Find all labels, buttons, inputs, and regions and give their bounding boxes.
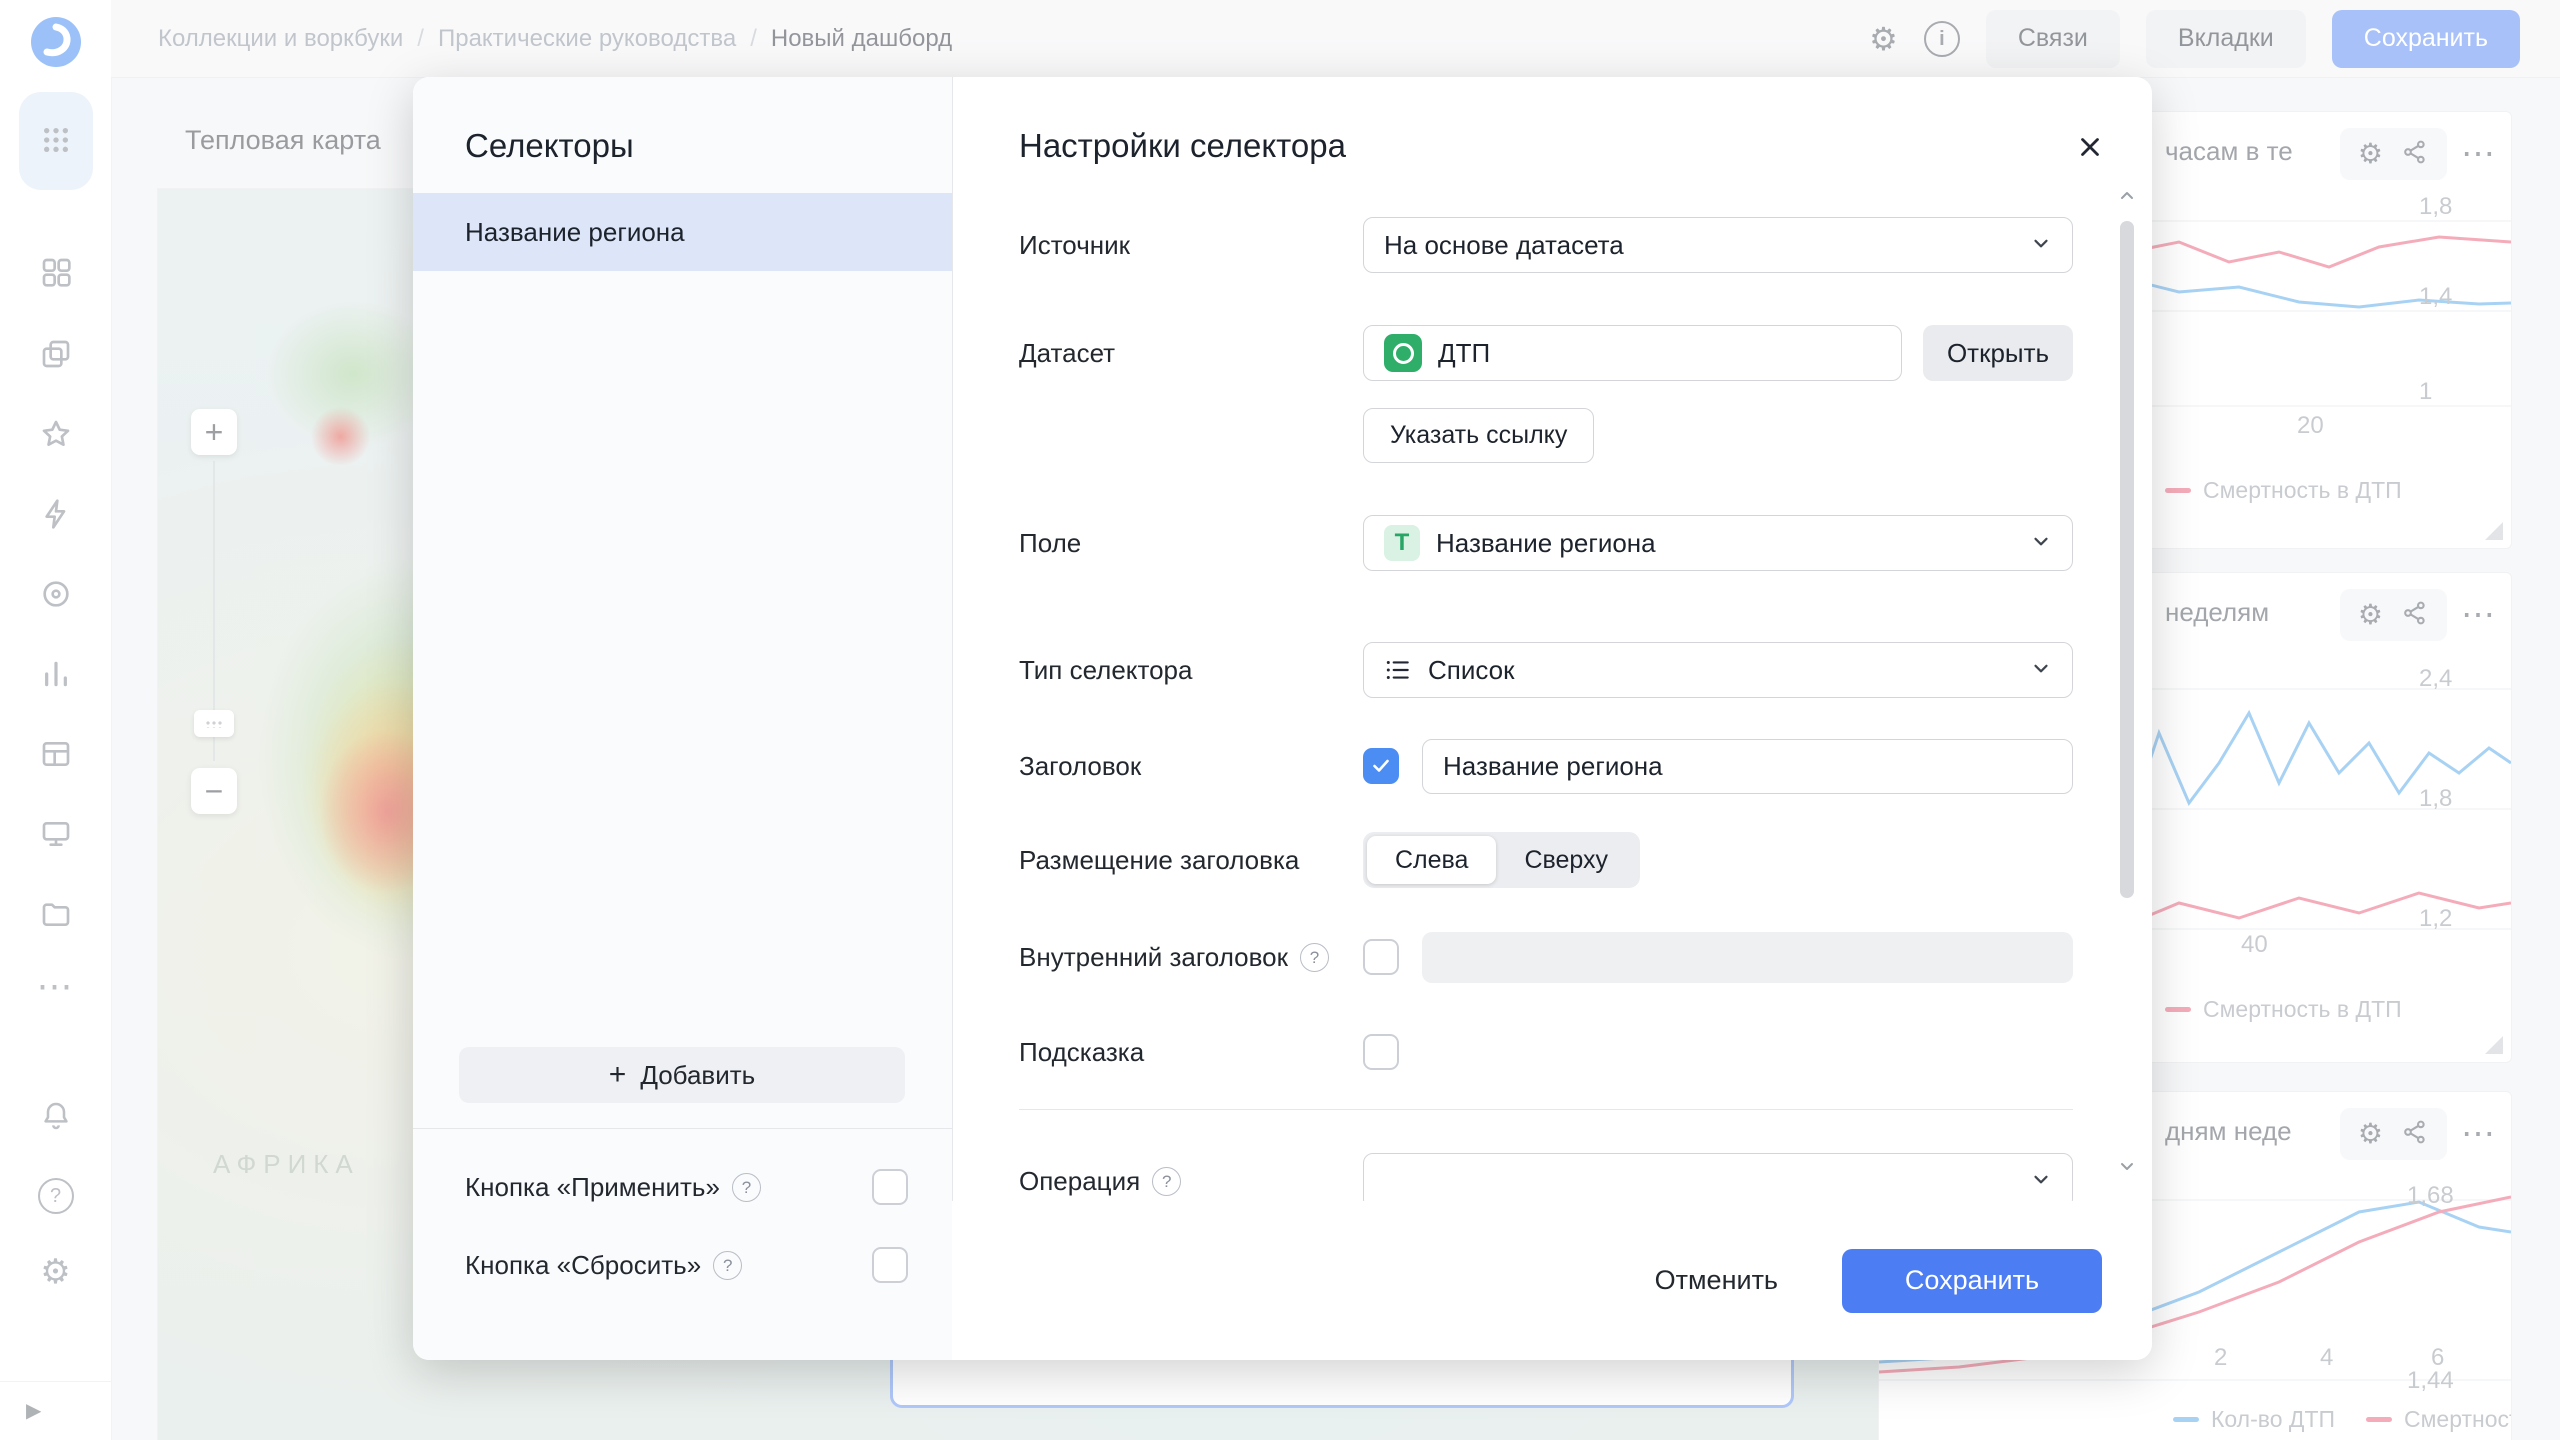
- scrollbar-thumb[interactable]: [2120, 221, 2134, 898]
- selector-list-item[interactable]: Название региона: [413, 193, 952, 271]
- chevron-down-icon: [2030, 1166, 2052, 1197]
- title-placement-label: Размещение заголовка: [1019, 845, 1363, 876]
- title-row: Заголовок: [1019, 738, 2073, 794]
- field-value: Название региона: [1436, 528, 1656, 559]
- operation-label: Операция ?: [1019, 1166, 1363, 1197]
- selector-type-select[interactable]: Список: [1363, 642, 2073, 698]
- question-icon[interactable]: ?: [713, 1251, 742, 1280]
- add-selector-label: Добавить: [640, 1060, 755, 1091]
- inner-title-checkbox[interactable]: [1363, 939, 1399, 975]
- question-icon[interactable]: ?: [1300, 943, 1329, 972]
- selector-settings-dialog: Селекторы Название региона + Добавить Кн…: [413, 77, 2152, 1360]
- field-type-icon: T: [1384, 525, 1420, 561]
- source-label: Источник: [1019, 230, 1363, 261]
- plus-icon: +: [609, 1060, 627, 1090]
- source-select[interactable]: На основе датасета: [1363, 217, 2073, 273]
- cancel-button[interactable]: Отменить: [1631, 1249, 1802, 1313]
- dataset-icon: [1384, 334, 1422, 372]
- title-input[interactable]: [1422, 739, 2073, 794]
- divider: [1019, 1109, 2073, 1110]
- inner-title-row: Внутренний заголовок ?: [1019, 929, 2073, 985]
- hint-label: Подсказка: [1019, 1037, 1363, 1068]
- chevron-down-icon: [2030, 655, 2052, 686]
- reset-button-checkbox[interactable]: [872, 1247, 908, 1283]
- scroll-down-icon[interactable]: [2116, 1155, 2138, 1177]
- reset-button-label: Кнопка «Сбросить»: [465, 1250, 701, 1281]
- dialog-footer: Отменить Сохранить: [952, 1201, 2152, 1360]
- save-selector-button[interactable]: Сохранить: [1842, 1249, 2102, 1313]
- selector-type-value: Список: [1428, 655, 1515, 686]
- placement-top-option[interactable]: Сверху: [1496, 836, 1636, 884]
- dataset-label: Датасет: [1019, 338, 1363, 369]
- divider: [413, 1128, 952, 1129]
- field-label: Поле: [1019, 528, 1363, 559]
- placement-left-option[interactable]: Слева: [1367, 836, 1496, 884]
- hint-checkbox[interactable]: [1363, 1034, 1399, 1070]
- dataset-field[interactable]: ДТП: [1363, 325, 1902, 381]
- apply-button-label: Кнопка «Применить»: [465, 1172, 720, 1203]
- chevron-down-icon: [2030, 230, 2052, 261]
- specify-link-button[interactable]: Указать ссылку: [1363, 408, 1594, 463]
- title-checkbox[interactable]: [1363, 748, 1399, 784]
- field-row: Поле T Название региона: [1019, 515, 2073, 571]
- selector-type-row: Тип селектора: [1019, 642, 2073, 698]
- dataset-link-row: Указать ссылку: [1019, 407, 2073, 463]
- field-select[interactable]: T Название региона: [1363, 515, 2073, 571]
- inner-title-label: Внутренний заголовок ?: [1019, 942, 1363, 973]
- apply-button-checkbox[interactable]: [872, 1169, 908, 1205]
- placement-segmented-control: Слева Сверху: [1363, 832, 1640, 888]
- add-selector-button[interactable]: + Добавить: [459, 1047, 905, 1103]
- hint-row: Подсказка: [1019, 1024, 2073, 1080]
- list-icon: [1384, 656, 1412, 684]
- dialog-title: Настройки селектора: [1019, 127, 1346, 165]
- dataset-value: ДТП: [1438, 338, 1490, 369]
- selector-settings-panel: Настройки селектора Источник На основе д…: [952, 77, 2152, 1360]
- question-icon[interactable]: ?: [1152, 1167, 1181, 1196]
- title-placement-row: Размещение заголовка Слева Сверху: [1019, 832, 2073, 888]
- dataset-row: Датасет ДТП Открыть: [1019, 325, 2073, 381]
- open-dataset-button[interactable]: Открыть: [1923, 325, 2073, 381]
- scroll-up-icon[interactable]: [2116, 185, 2138, 207]
- reset-button-row: Кнопка «Сбросить» ?: [413, 1237, 952, 1293]
- close-icon[interactable]: [2068, 125, 2112, 169]
- selectors-panel-title: Селекторы: [465, 127, 634, 165]
- selector-type-label: Тип селектора: [1019, 655, 1363, 686]
- apply-button-row: Кнопка «Применить» ?: [413, 1159, 952, 1215]
- selectors-panel: Селекторы Название региона + Добавить Кн…: [413, 77, 953, 1360]
- title-label: Заголовок: [1019, 751, 1363, 782]
- question-icon[interactable]: ?: [732, 1173, 761, 1202]
- app-window: ⋯ ? ⚙ ▶ Коллекции и воркбуки / Практичес…: [0, 0, 2560, 1440]
- source-value: На основе датасета: [1384, 230, 1624, 261]
- inner-title-input-disabled: [1422, 932, 2073, 983]
- chevron-down-icon: [2030, 528, 2052, 559]
- source-row: Источник На основе датасета: [1019, 217, 2073, 273]
